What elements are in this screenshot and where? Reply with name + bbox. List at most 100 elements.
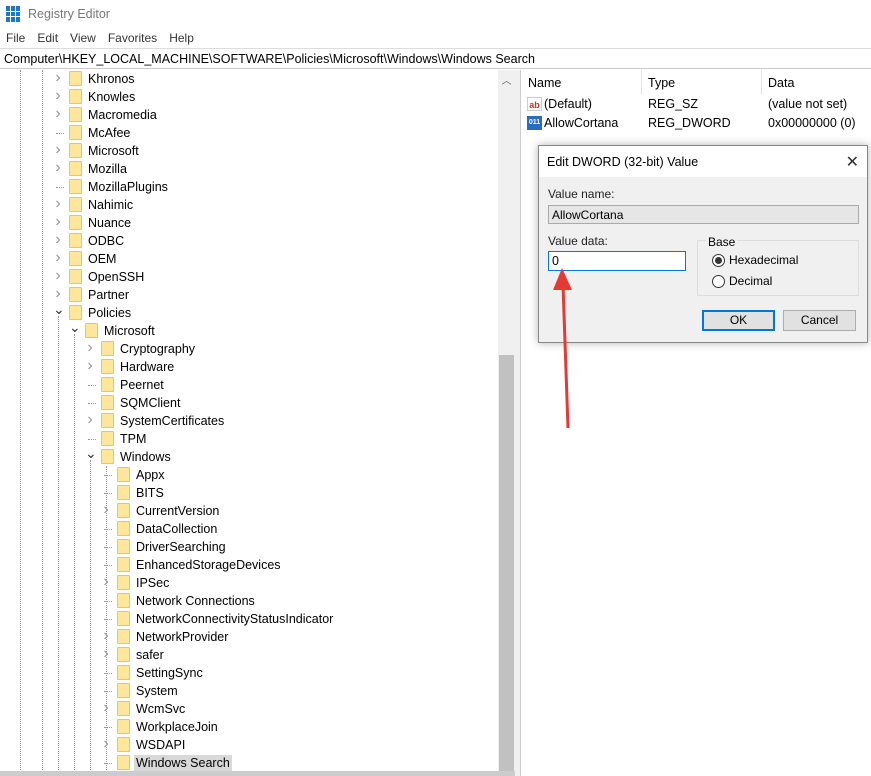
value-name: (Default) <box>544 97 592 111</box>
tree-item[interactable]: DriverSearching <box>0 538 498 556</box>
menu-edit[interactable]: Edit <box>31 31 64 45</box>
chevron-right-icon[interactable]: › <box>101 573 111 591</box>
folder-icon <box>101 431 114 446</box>
chevron-right-icon[interactable]: › <box>53 159 63 177</box>
tree-item[interactable]: BITS <box>0 484 498 502</box>
tree-item[interactable]: › Cryptography <box>0 339 498 358</box>
tree-item[interactable]: › CurrentVersion <box>0 501 498 520</box>
tree-item[interactable]: Appx <box>0 466 498 484</box>
tree-item-label: MozillaPlugins <box>88 180 168 194</box>
chevron-right-icon[interactable]: › <box>101 735 111 753</box>
chevron-right-icon[interactable]: › <box>53 213 63 231</box>
scroll-up-icon[interactable]: ︿ <box>498 72 515 87</box>
tree-item[interactable]: › Knowles <box>0 87 498 106</box>
folder-icon <box>69 107 82 122</box>
close-icon[interactable]: ✕ <box>846 152 859 172</box>
tree-item[interactable]: NetworkConnectivityStatusIndicator <box>0 610 498 628</box>
tree-item[interactable]: Peernet <box>0 376 498 394</box>
tree-item[interactable]: ⌄ Windows <box>0 445 498 466</box>
chevron-right-icon[interactable]: › <box>53 267 63 285</box>
cancel-button[interactable]: Cancel <box>783 310 856 331</box>
tree-item[interactable]: › OpenSSH <box>0 267 498 286</box>
menu-help[interactable]: Help <box>163 31 200 45</box>
column-header-name[interactable]: Name <box>528 76 561 90</box>
tree-item[interactable]: › Nuance <box>0 213 498 232</box>
tree-connector <box>104 691 112 692</box>
tree-item-label: OEM <box>88 252 117 266</box>
ok-button[interactable]: OK <box>702 310 775 331</box>
tree-item-label: TPM <box>120 432 147 446</box>
tree-item[interactable]: Windows Search <box>0 754 498 772</box>
tree-item[interactable]: › ODBC <box>0 231 498 250</box>
tree-item[interactable]: EnhancedStorageDevices <box>0 556 498 574</box>
tree-item[interactable]: SQMClient <box>0 394 498 412</box>
tree-item[interactable]: › safer <box>0 645 498 664</box>
tree-item[interactable]: › NetworkProvider <box>0 627 498 646</box>
chevron-down-icon[interactable]: ⌄ <box>85 445 97 462</box>
menu-favorites[interactable]: Favorites <box>102 31 163 45</box>
tree-item[interactable]: SettingSync <box>0 664 498 682</box>
tree-item[interactable]: › Macromedia <box>0 105 498 124</box>
tree-item-label: NetworkProvider <box>136 630 229 644</box>
hexadecimal-radio[interactable]: Hexadecimal <box>712 253 798 267</box>
chevron-right-icon[interactable]: › <box>53 249 63 267</box>
folder-icon <box>69 179 82 194</box>
menu-file[interactable]: File <box>0 31 31 45</box>
tree-item[interactable]: Network Connections <box>0 592 498 610</box>
base-group: Base Hexadecimal Decimal <box>697 235 859 296</box>
tree-item[interactable]: › IPSec <box>0 573 498 592</box>
chevron-right-icon[interactable]: › <box>53 87 63 105</box>
tree-item[interactable]: › Nahimic <box>0 195 498 214</box>
tree-item[interactable]: › WcmSvc <box>0 699 498 718</box>
chevron-right-icon[interactable]: › <box>101 645 111 663</box>
tree-item[interactable]: WorkplaceJoin <box>0 718 498 736</box>
value-row-allowcortana[interactable]: 011 AllowCortana REG_DWORD 0x00000000 (0… <box>521 114 871 132</box>
chevron-right-icon[interactable]: › <box>85 357 95 375</box>
tree-item[interactable]: › Microsoft <box>0 141 498 160</box>
tree-item[interactable]: McAfee <box>0 124 498 142</box>
horizontal-scrollbar[interactable] <box>0 771 515 776</box>
chevron-right-icon[interactable]: › <box>101 501 111 519</box>
chevron-right-icon[interactable]: › <box>101 627 111 645</box>
tree-item[interactable]: › Partner <box>0 285 498 304</box>
chevron-down-icon[interactable]: ⌄ <box>53 301 65 318</box>
tree-item[interactable]: TPM <box>0 430 498 448</box>
tree-item[interactable]: › WSDAPI <box>0 735 498 754</box>
tree-item[interactable]: › Hardware <box>0 357 498 376</box>
column-header-data[interactable]: Data <box>768 76 794 90</box>
chevron-right-icon[interactable]: › <box>53 231 63 249</box>
chevron-right-icon[interactable]: › <box>53 141 63 159</box>
chevron-right-icon[interactable]: › <box>53 195 63 213</box>
tree-item[interactable]: › Mozilla <box>0 159 498 178</box>
string-value-icon: ab <box>527 97 542 111</box>
chevron-right-icon[interactable]: › <box>85 339 95 357</box>
tree-item[interactable]: DataCollection <box>0 520 498 538</box>
tree-item[interactable]: System <box>0 682 498 700</box>
tree-item-label: Hardware <box>120 360 175 374</box>
column-header-type[interactable]: Type <box>648 76 675 90</box>
tree-item[interactable]: › Khronos <box>0 70 498 88</box>
decimal-radio[interactable]: Decimal <box>712 274 772 288</box>
folder-icon <box>117 485 130 500</box>
tree-connector <box>104 565 112 566</box>
chevron-down-icon[interactable]: ⌄ <box>69 319 81 336</box>
value-data-input[interactable]: 0 <box>548 251 686 271</box>
folder-icon <box>117 503 130 518</box>
registry-editor-icon <box>6 6 22 22</box>
chevron-right-icon[interactable]: › <box>85 411 95 429</box>
chevron-right-icon[interactable]: › <box>53 105 63 123</box>
tree-item[interactable]: › SystemCertificates <box>0 411 498 430</box>
tree-item[interactable]: › OEM <box>0 249 498 268</box>
menu-view[interactable]: View <box>64 31 102 45</box>
tree-item-label: Windows <box>120 450 171 464</box>
folder-icon <box>117 467 130 482</box>
tree-scrollbar[interactable]: ︿ <box>498 70 515 776</box>
tree-item[interactable]: MozillaPlugins <box>0 178 498 196</box>
chevron-right-icon[interactable]: › <box>101 699 111 717</box>
chevron-right-icon[interactable]: › <box>53 70 63 87</box>
tree-connector <box>104 727 112 728</box>
address-bar[interactable]: Computer\HKEY_LOCAL_MACHINE\SOFTWARE\Pol… <box>0 48 871 69</box>
scrollbar-thumb[interactable] <box>499 355 514 776</box>
tree-item[interactable]: ⌄ Microsoft <box>0 319 498 340</box>
value-row-default[interactable]: ab (Default) REG_SZ (value not set) <box>521 95 871 113</box>
